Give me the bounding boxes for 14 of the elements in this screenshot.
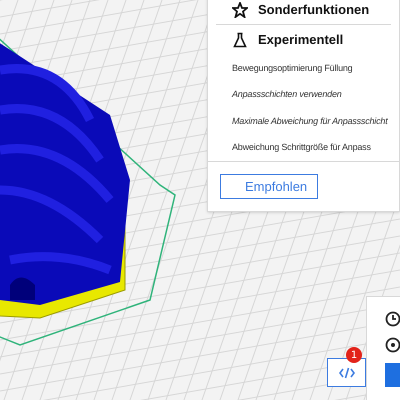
code-icon: [338, 366, 354, 378]
flask-icon: [232, 32, 248, 48]
code-button[interactable]: [327, 358, 366, 387]
setting-label[interactable]: Bewegungsoptimierung Füllung: [232, 62, 352, 75]
setting-label[interactable]: Abweichung Schrittgröße für Anpass: [232, 141, 371, 154]
clock-icon: [385, 311, 400, 327]
recommended-button[interactable]: Empfohlen: [220, 174, 318, 199]
spool-icon: [385, 337, 400, 353]
category-title[interactable]: Experimentell: [258, 30, 344, 50]
star-icon: [232, 2, 248, 18]
notification-badge: 1: [346, 347, 362, 363]
category-title[interactable]: Sonderfunktionen: [258, 0, 370, 20]
setting-label[interactable]: Anpassschichten verwenden: [232, 88, 342, 102]
setting-label[interactable]: Maximale Abweichung für Anpassschicht: [232, 114, 388, 128]
